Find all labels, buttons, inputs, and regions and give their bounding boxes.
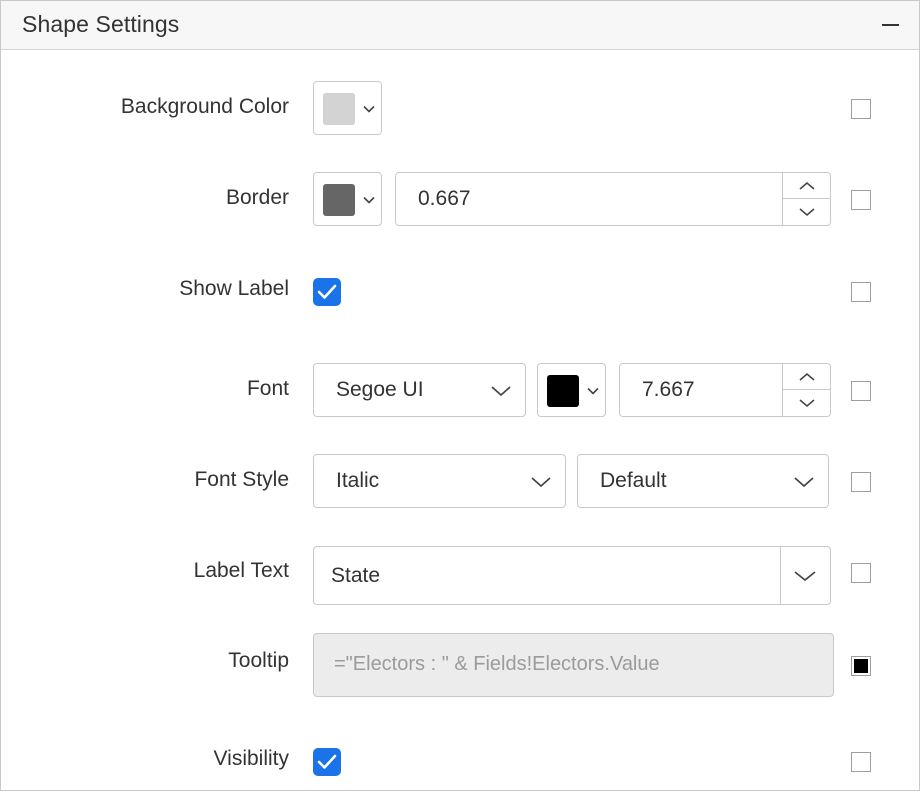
border-width-input[interactable]: 0.667 (395, 172, 831, 226)
font-size-input[interactable]: 7.667 (619, 363, 831, 417)
checkmark-icon (317, 284, 337, 299)
tooltip-expression-checkbox[interactable] (851, 656, 871, 676)
font-weight-dropdown[interactable]: Default (577, 454, 829, 508)
shape-settings-panel: Shape Settings Background Color Border 0… (0, 0, 920, 791)
border-width-decrement-button[interactable] (783, 199, 831, 225)
panel-title: Shape Settings (22, 11, 180, 37)
chevron-down-icon (362, 102, 376, 116)
font-size-increment-button[interactable] (783, 364, 831, 390)
border-width-spinner (782, 173, 831, 225)
panel-header: Shape Settings (1, 1, 919, 50)
checkmark-icon (317, 754, 337, 769)
tooltip-expression-field[interactable]: ="Electors : " & Fields!Electors.Value (313, 633, 834, 697)
show-label-checkbox[interactable] (313, 278, 341, 306)
font-family-dropdown[interactable]: Segoe UI (313, 363, 526, 417)
background-color-picker[interactable] (313, 81, 382, 135)
border-expression-checkbox[interactable] (851, 190, 871, 210)
chevron-down-icon (362, 193, 376, 207)
tooltip-label: Tooltip (228, 649, 289, 672)
font-style-dropdown[interactable]: Italic (313, 454, 566, 508)
font-weight-value: Default (600, 469, 667, 492)
visibility-label: Visibility (213, 747, 289, 770)
border-label: Border (225, 186, 289, 209)
show-label-label: Show Label (179, 277, 289, 300)
visibility-checkbox[interactable] (313, 748, 341, 776)
font-color-swatch (547, 375, 579, 407)
border-color-picker[interactable] (313, 172, 382, 226)
chevron-down-icon (586, 384, 600, 398)
font-style-label: Font Style (194, 468, 289, 491)
label-text-combobox[interactable]: State (313, 546, 831, 605)
font-size-value: 7.667 (642, 378, 695, 401)
border-width-increment-button[interactable] (783, 173, 831, 199)
font-size-spinner (782, 364, 831, 416)
chevron-down-icon (490, 384, 511, 398)
label-text-value: State (331, 564, 381, 587)
label-text-label: Label Text (193, 559, 289, 582)
show-label-expression-checkbox[interactable] (851, 282, 871, 302)
background-color-swatch (323, 93, 355, 125)
font-style-value: Italic (336, 469, 380, 492)
background-color-expression-checkbox[interactable] (851, 99, 871, 119)
font-family-value: Segoe UI (336, 378, 424, 401)
label-text-expression-checkbox[interactable] (851, 563, 871, 583)
visibility-expression-checkbox[interactable] (851, 752, 871, 772)
background-color-label: Background Color (120, 95, 289, 118)
combobox-divider (780, 547, 781, 604)
collapse-icon[interactable] (879, 13, 903, 37)
font-label: Font (246, 377, 289, 400)
tooltip-expression-text: ="Electors : " & Fields!Electors.Value (334, 653, 660, 675)
border-color-swatch (323, 184, 355, 216)
font-size-decrement-button[interactable] (783, 390, 831, 416)
font-color-picker[interactable] (537, 363, 606, 417)
chevron-down-icon (530, 475, 551, 489)
font-style-expression-checkbox[interactable] (851, 472, 871, 492)
border-width-value: 0.667 (418, 187, 471, 210)
chevron-down-icon (793, 475, 814, 489)
font-expression-checkbox[interactable] (851, 381, 871, 401)
chevron-down-icon[interactable] (793, 569, 817, 583)
